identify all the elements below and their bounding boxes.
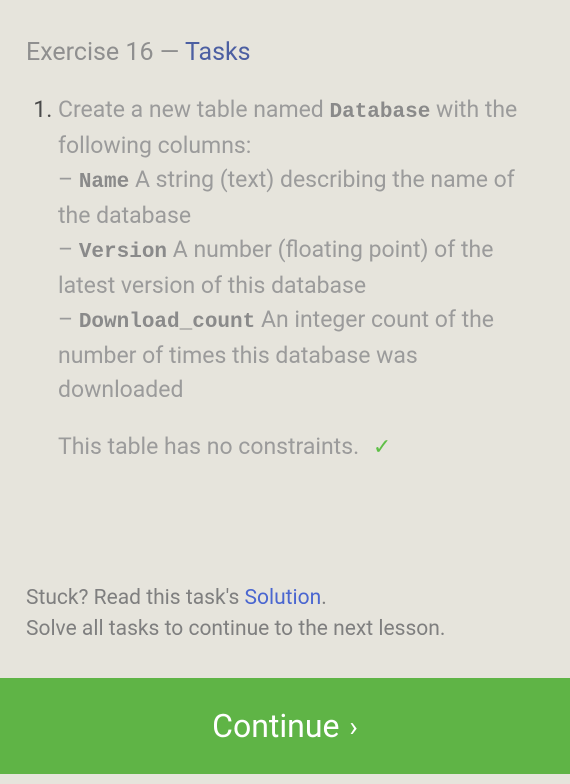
continue-button[interactable]: Continue › (0, 678, 570, 774)
chevron-right-icon: › (349, 710, 357, 743)
column-spec: – Download_count An integer count of the… (58, 303, 544, 408)
task-body: Create a new table named Database with t… (58, 96, 544, 464)
column-spec: – Version A number (floating point) of t… (58, 233, 544, 303)
footer-hint: Stuck? Read this task's Solution. Solve … (26, 583, 544, 644)
stuck-suffix: . (321, 586, 327, 610)
continue-label: Continue (212, 707, 339, 745)
code-table-name: Database (330, 101, 431, 124)
solution-link[interactable]: Solution (245, 586, 322, 610)
code-column-name: Download_count (79, 311, 255, 334)
header-title: Tasks (185, 38, 251, 67)
dash-icon: – (58, 166, 79, 193)
check-icon: ✓ (373, 435, 391, 460)
panel-header: Exercise 16 — Tasks (26, 38, 544, 67)
task-constraints: This table has no constraints. ✓ (58, 430, 544, 465)
task-intro-before: Create a new table named (58, 96, 330, 123)
stuck-prefix: Stuck? Read this task's (26, 586, 245, 610)
solve-all-line: Solve all tasks to continue to the next … (26, 614, 544, 644)
code-column-name: Name (79, 171, 129, 194)
task-item: Create a new table named Database with t… (58, 93, 544, 464)
header-separator: — (160, 38, 180, 67)
dash-icon: – (58, 236, 79, 263)
constraints-text: This table has no constraints. (58, 433, 359, 460)
dash-icon: – (58, 306, 79, 333)
exercise-panel: Exercise 16 — Tasks Create a new table n… (0, 0, 570, 784)
stuck-line: Stuck? Read this task's Solution. (26, 583, 544, 613)
task-list: Create a new table named Database with t… (26, 93, 544, 464)
column-spec: – Name A string (text) describing the na… (58, 163, 544, 233)
exercise-number: Exercise 16 (26, 38, 154, 67)
code-column-name: Version (79, 241, 167, 264)
